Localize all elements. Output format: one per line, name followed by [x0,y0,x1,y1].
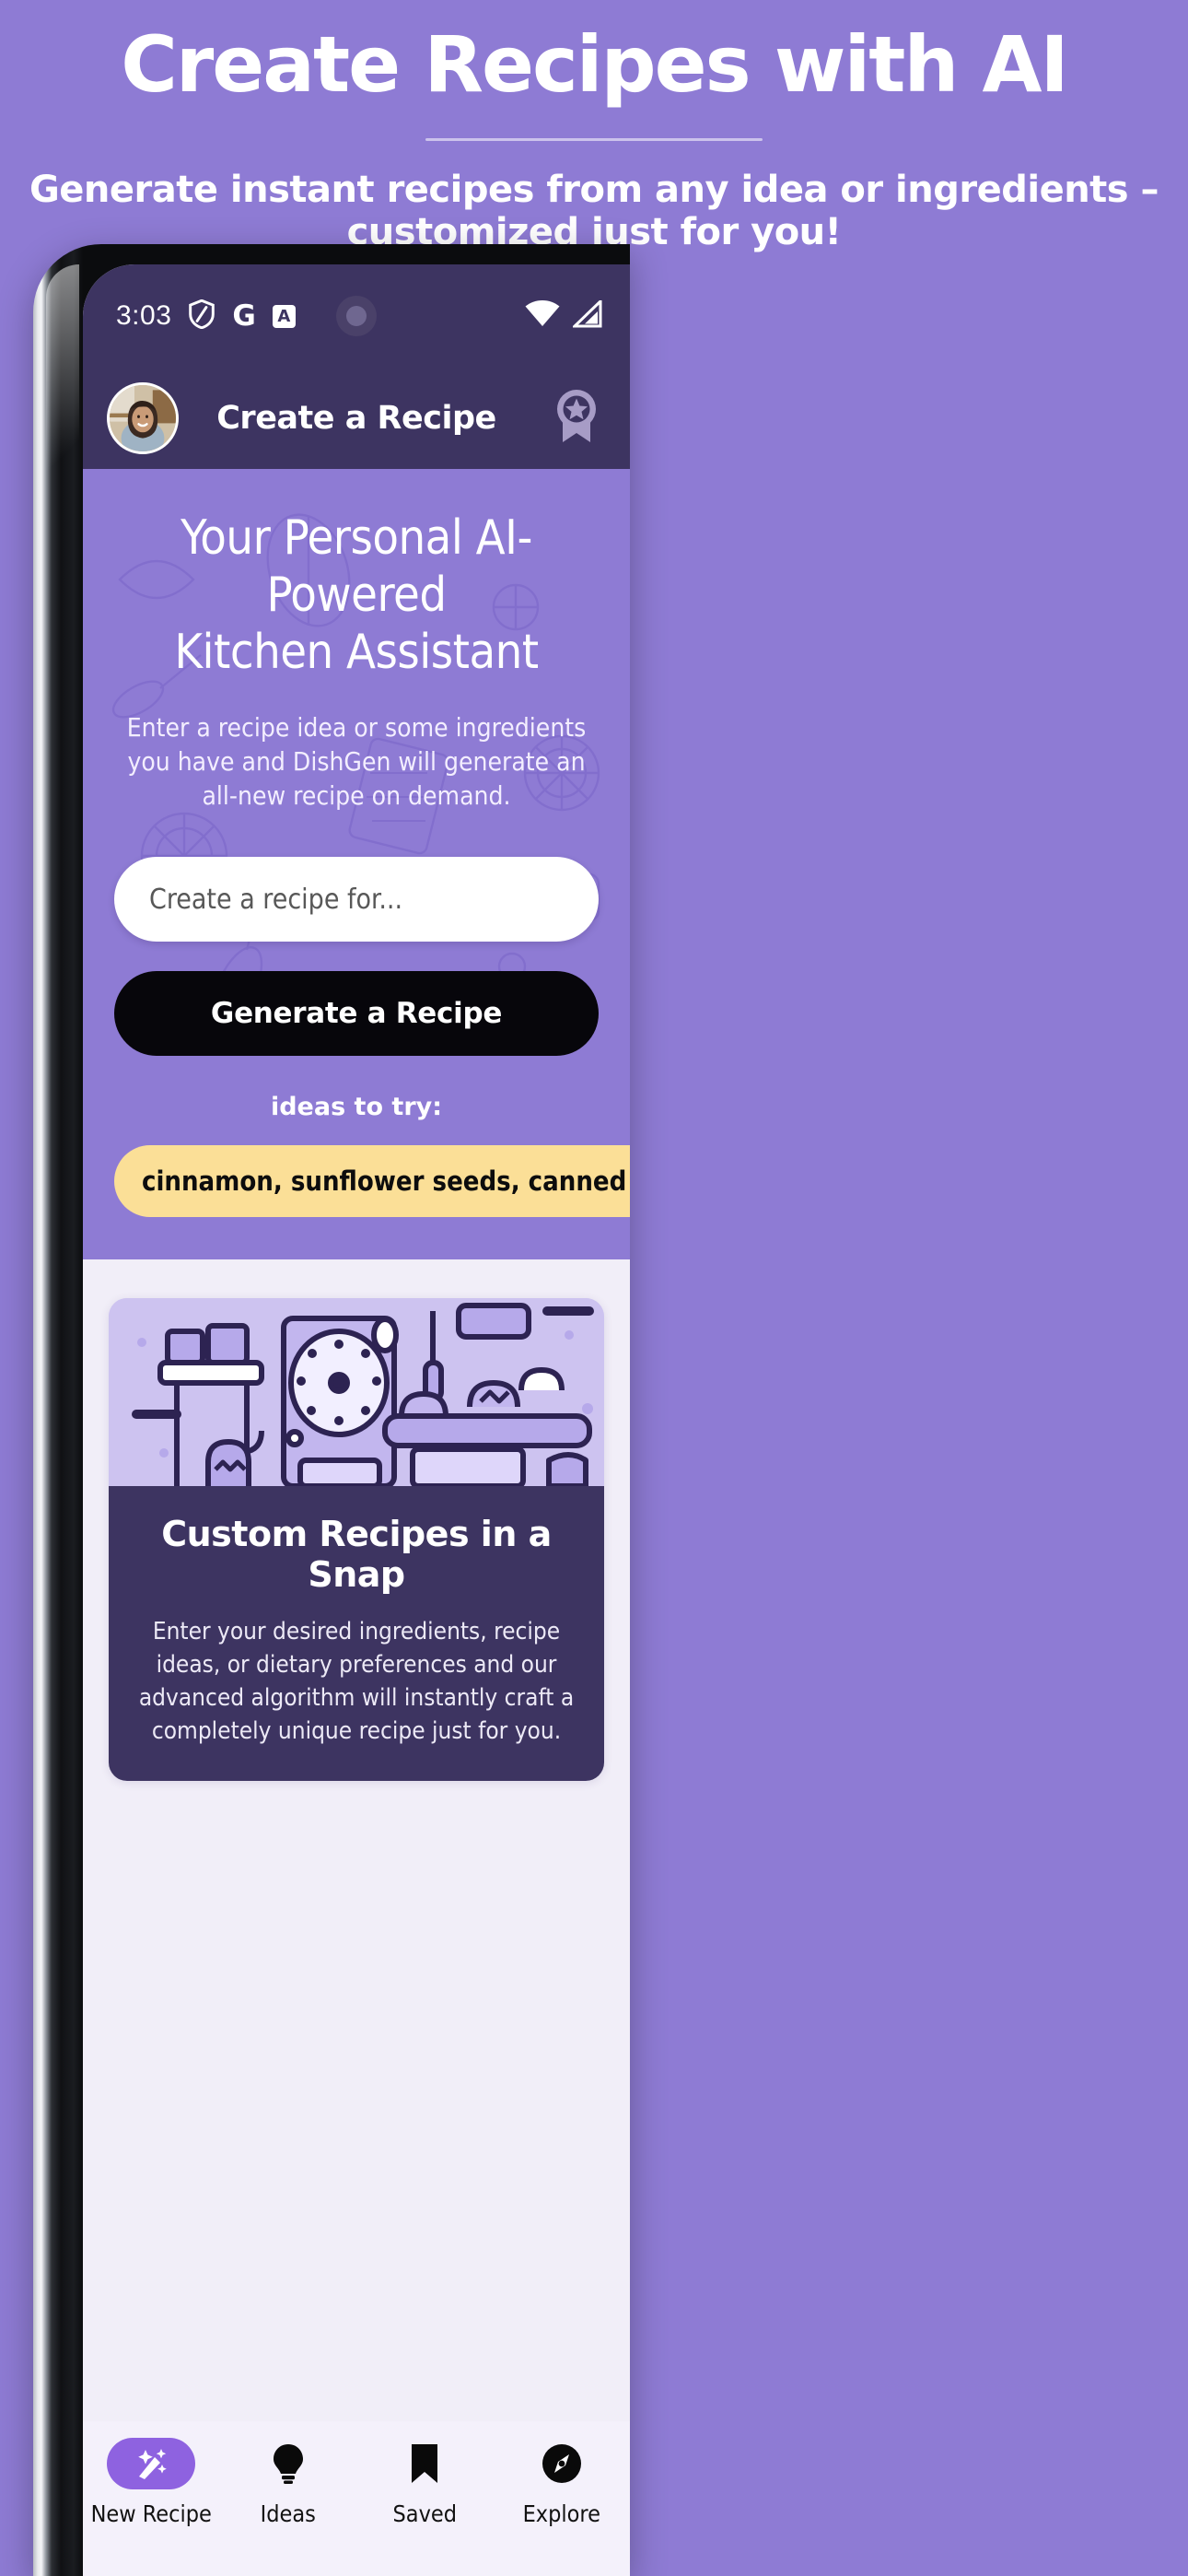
nav-label-new-recipe: New Recipe [90,2500,212,2527]
app-bar: Create a Recipe [83,368,630,469]
promo-title: Create Recipes with AI [121,19,1069,110]
hero-title: Your Personal AI-Powered Kitchen Assista… [114,509,599,681]
feature-card: Custom Recipes in a Snap Enter your desi… [109,1298,604,1781]
phone-bezel: 3:03 G A Create a Recipe Your Personal A… [33,244,630,2576]
nav-item-new-recipe[interactable]: New Recipe [83,2438,220,2527]
status-bar-right [525,297,602,333]
ideas-to-try-label: ideas to try: [270,1093,443,1121]
phone-mockup: 3:03 G A Create a Recipe Your Personal A… [33,244,1184,2576]
nav-label-saved: Saved [392,2500,458,2527]
hero-section: Your Personal AI-Powered Kitchen Assista… [83,469,630,1259]
feature-card-title: Custom Recipes in a Snap [161,1514,552,1595]
status-bar: 3:03 G A [83,264,630,368]
bottom-navigation-bar: New Recipe Ideas Saved Explore [83,2421,630,2576]
hero-subtitle: Enter a recipe idea or some ingredients … [126,712,587,811]
lightbulb-icon [244,2438,332,2489]
hero-title-line-1: Your Personal AI-Powered [181,510,532,623]
wifi-icon [525,299,560,333]
avatar[interactable] [107,382,179,454]
compass-icon [518,2438,606,2489]
nav-label-explore: Explore [522,2500,600,2527]
award-badge-icon[interactable] [551,387,602,451]
idea-chip[interactable]: cinnamon, sunflower seeds, canned pumpki… [114,1145,630,1217]
feature-card-text: Enter your desired ingredients, recipe i… [138,1618,575,1745]
cellular-signal-icon [571,297,602,333]
nav-item-ideas[interactable]: Ideas [220,2438,357,2527]
front-camera-punch-hole [336,296,377,336]
bookmark-icon [380,2438,469,2489]
nav-item-explore[interactable]: Explore [494,2438,631,2527]
phone-screen: 3:03 G A Create a Recipe Your Personal A… [83,264,630,2576]
status-bar-left: 3:03 G A [116,299,296,334]
recipe-input[interactable] [114,857,599,942]
generate-recipe-button[interactable]: Generate a Recipe [114,971,599,1056]
promo-subtitle: Generate instant recipes from any idea o… [29,169,1159,253]
nav-label-ideas: Ideas [260,2500,316,2527]
idea-chip-list[interactable]: cinnamon, sunflower seeds, canned pumpki… [83,1145,630,1217]
promo-header: Create Recipes with AI Generate instant … [0,0,1188,253]
status-bar-clock: 3:03 [116,300,172,331]
content-area: Custom Recipes in a Snap Enter your desi… [83,1259,630,2576]
promo-divider [425,138,763,141]
hero-title-line-2: Kitchen Assistant [174,625,539,680]
kitchen-line-art-illustration [109,1298,604,1486]
shield-icon [188,299,215,334]
feature-card-body: Custom Recipes in a Snap Enter your desi… [109,1486,604,1781]
google-g-icon: G [232,299,256,333]
magic-wand-icon [107,2438,196,2489]
nav-item-saved[interactable]: Saved [356,2438,494,2527]
font-size-a-icon: A [272,304,296,328]
